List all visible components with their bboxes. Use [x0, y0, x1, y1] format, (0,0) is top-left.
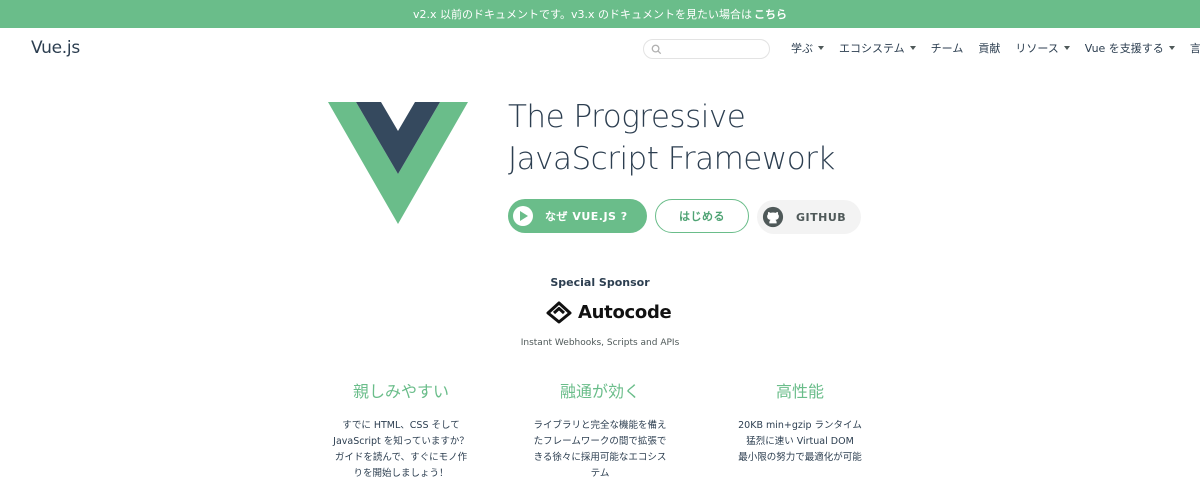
nav-item-label: チーム: [930, 42, 964, 55]
chevron-down-icon: [818, 46, 824, 50]
search-box[interactable]: [643, 39, 770, 59]
nav-item-label: Vue を支援する: [1084, 42, 1164, 55]
nav-item-label: 貢献: [978, 42, 1001, 55]
feature-line: 猛烈に速い Virtual DOM: [746, 436, 854, 447]
feature-body: すでに HTML、CSS そして JavaScript を知っていますか？ ガイ…: [311, 418, 491, 481]
nav-item-support[interactable]: Vue を支援する: [1085, 40, 1175, 56]
nav-item-label: 学ぶ: [791, 42, 813, 55]
nav-item-learn[interactable]: 学ぶ: [791, 40, 824, 56]
feature-body: 20KB min+gzip ランタイム 猛烈に速い Virtual DOM 最小…: [710, 418, 890, 466]
vue-logo-icon: [328, 102, 468, 224]
feature-title: 親しみやすい: [352, 382, 449, 401]
chevron-down-icon: [1168, 46, 1175, 50]
chevron-down-icon: [909, 46, 916, 50]
feature-line: ライブラリと完全な機能を備え: [533, 420, 667, 431]
feature-performant: 高性能 20KB min+gzip ランタイム 猛烈に速い Virtual DO…: [710, 378, 890, 466]
tagline-line-2: JavaScript Framework: [508, 141, 835, 177]
site-header: Vue.js 学ぶ エコシステム チーム 貢献 リソース Vue を支援する 言: [0, 28, 1200, 68]
feature-line: たフレームワークの間で拡張で: [533, 436, 667, 447]
feature-line: JavaScript を知っていますか？: [333, 436, 469, 447]
play-icon: [513, 206, 533, 226]
feature-versatile: 融通が効く ライブラリと完全な機能を備え たフレームワークの間で拡張で きる徐々…: [510, 378, 690, 481]
sponsor-name: Autocode: [578, 301, 672, 323]
why-vue-label: なぜ VUE.JS ?: [545, 210, 628, 223]
sponsor-logo[interactable]: Autocode: [546, 300, 672, 324]
feature-line: テム: [590, 468, 610, 479]
feature-line: 20KB min+gzip ランタイム: [738, 420, 862, 431]
nav-item-team[interactable]: チーム: [931, 40, 964, 56]
sponsor-description: Instant Webhooks, Scripts and APIs: [520, 338, 680, 348]
github-label: GITHUB: [796, 210, 847, 224]
main-nav: 学ぶ エコシステム チーム 貢献 リソース Vue を支援する 言語: [791, 40, 1200, 56]
nav-item-label: 言語: [1189, 42, 1200, 55]
search-input[interactable]: [664, 42, 764, 57]
tagline-line-1: The Progressive: [508, 99, 746, 135]
github-icon: [762, 206, 784, 228]
feature-line: すでに HTML、CSS そして: [342, 420, 460, 431]
feature-title: 融通が効く: [559, 382, 640, 401]
why-vue-button[interactable]: なぜ VUE.JS ?: [508, 199, 647, 233]
github-button[interactable]: GITHUB: [757, 200, 861, 234]
get-started-button[interactable]: はじめる: [655, 199, 749, 233]
banner-text: v2.x 以前のドキュメントです。v3.x のドキュメントを見たい場合は: [413, 8, 752, 21]
nav-item-ecosystem[interactable]: エコシステム: [839, 40, 916, 56]
nav-item-contribute[interactable]: 貢献: [978, 40, 1000, 56]
search-icon: [651, 44, 662, 55]
nav-item-language[interactable]: 言語: [1190, 40, 1200, 56]
nav-item-resources[interactable]: リソース: [1015, 40, 1070, 56]
feature-approachable: 親しみやすい すでに HTML、CSS そして JavaScript を知ってい…: [311, 378, 491, 481]
feature-line: りを開始しましょう！: [353, 468, 449, 479]
nav-item-label: リソース: [1015, 42, 1059, 55]
nav-item-label: エコシステム: [839, 42, 905, 55]
feature-line: きる徐々に採用可能なエコシス: [533, 452, 667, 463]
chevron-down-icon: [1063, 46, 1070, 50]
banner-link[interactable]: こちら: [754, 6, 787, 22]
hero-tagline: The Progressive JavaScript Framework: [508, 96, 835, 180]
autocode-logo-icon: [546, 301, 572, 324]
feature-line: ガイドを読んで、すぐにモノ作: [334, 452, 468, 463]
get-started-label: はじめる: [679, 210, 725, 223]
brand-logo[interactable]: Vue.js: [31, 38, 80, 58]
special-sponsor-label: Special Sponsor: [550, 276, 650, 289]
feature-body: ライブラリと完全な機能を備え たフレームワークの間で拡張で きる徐々に採用可能な…: [510, 418, 690, 481]
feature-line: 最小限の努力で最適化が可能: [738, 452, 862, 463]
feature-title: 高性能: [775, 382, 824, 401]
version-banner: v2.x 以前のドキュメントです。v3.x のドキュメントを見たい場合は こちら: [0, 0, 1200, 28]
